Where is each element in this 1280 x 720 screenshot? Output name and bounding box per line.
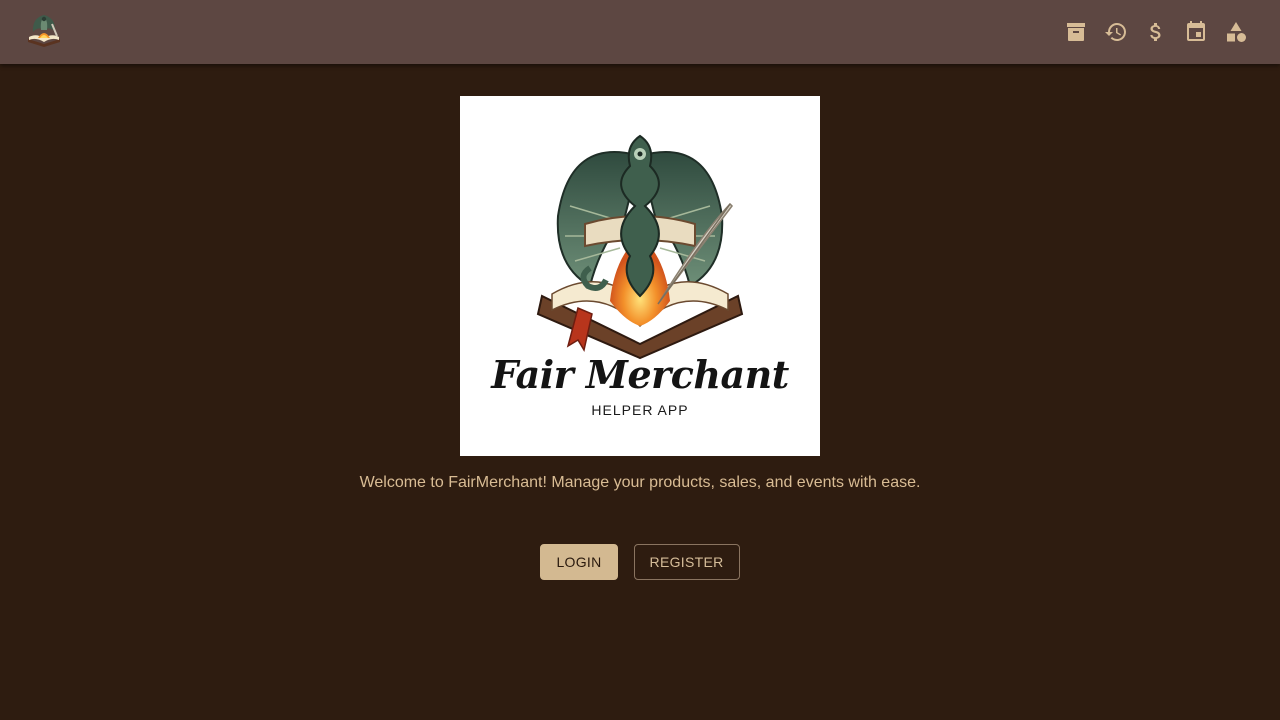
inventory-archive-icon[interactable] <box>1056 12 1096 52</box>
hero-logo-image: Fair Merchant HELPER APP <box>460 96 820 456</box>
welcome-text: Welcome to FairMerchant! Manage your pro… <box>359 474 921 491</box>
history-icon[interactable] <box>1096 12 1136 52</box>
calendar-event-icon[interactable] <box>1176 12 1216 52</box>
dragon-book-logo-icon[interactable] <box>24 10 64 50</box>
hero-title: Fair Merchant <box>491 352 789 397</box>
hero-subtitle: HELPER APP <box>591 402 689 418</box>
login-button[interactable]: LOGIN <box>540 544 618 580</box>
top-app-bar <box>0 0 1280 64</box>
main-content: Fair Merchant HELPER APP Welcome to Fair… <box>0 64 1280 720</box>
shapes-category-icon[interactable] <box>1216 12 1256 52</box>
top-nav <box>1056 12 1256 52</box>
register-button[interactable]: REGISTER <box>633 544 740 580</box>
dollar-icon[interactable] <box>1136 12 1176 52</box>
auth-actions: LOGIN REGISTER <box>0 544 1280 580</box>
